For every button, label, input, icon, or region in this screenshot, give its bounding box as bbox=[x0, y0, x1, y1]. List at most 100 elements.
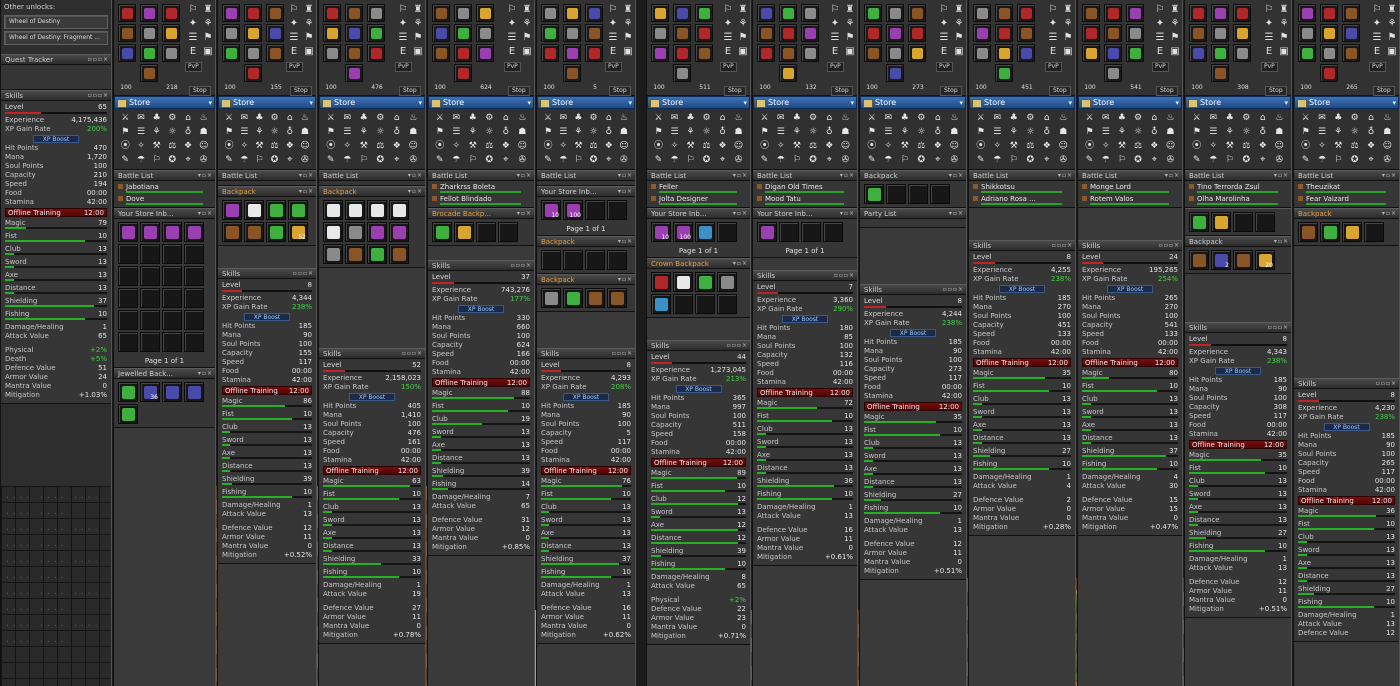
dropdown-arrow-icon[interactable]: ▾ bbox=[1068, 98, 1072, 109]
equipment-slot[interactable] bbox=[995, 44, 1013, 62]
window-controls-icon[interactable]: ▾▫× bbox=[733, 209, 748, 219]
container-slot[interactable] bbox=[563, 288, 583, 308]
window-controls-icon[interactable]: ▾▫× bbox=[733, 259, 748, 269]
container-slot[interactable] bbox=[801, 222, 821, 242]
action-icon-12[interactable]: ☗ bbox=[196, 126, 211, 138]
equipment-slot[interactable] bbox=[1298, 24, 1316, 42]
action-icon-9[interactable]: ⚘ bbox=[1331, 126, 1346, 138]
container-slot[interactable] bbox=[1255, 212, 1275, 232]
container-header[interactable]: Backpack ▾▫× bbox=[537, 237, 635, 247]
action-icon-19[interactable]: ✎ bbox=[651, 154, 666, 166]
equipment-slot[interactable] bbox=[118, 4, 136, 22]
action-icon-19[interactable]: ✎ bbox=[323, 154, 339, 166]
stand-stance-icon[interactable]: ⚐ bbox=[1047, 4, 1059, 16]
container-slot[interactable] bbox=[695, 294, 715, 314]
equipment-slot[interactable] bbox=[651, 24, 669, 42]
window-controls-icon[interactable]: ▫▫▫× bbox=[88, 91, 109, 101]
store-button[interactable]: Store ▾ bbox=[537, 96, 635, 109]
action-icon-9[interactable]: ⚘ bbox=[149, 126, 164, 138]
action-icon-7[interactable]: ⚑ bbox=[118, 126, 133, 138]
action-icon-11[interactable]: ♁ bbox=[1363, 126, 1378, 138]
store-button[interactable]: Store ▾ bbox=[753, 96, 857, 109]
container-slot[interactable] bbox=[779, 222, 799, 242]
stance-icon[interactable]: ⚑ bbox=[1062, 32, 1074, 44]
container-slot[interactable] bbox=[864, 184, 884, 204]
stand-stance-icon[interactable]: ⚐ bbox=[1263, 4, 1275, 16]
container-slot[interactable] bbox=[323, 200, 343, 220]
equipment-slot[interactable] bbox=[244, 24, 262, 42]
skills-header[interactable]: Skills ▫▫▫× bbox=[319, 349, 425, 359]
action-icon-20[interactable]: ☂ bbox=[667, 154, 682, 166]
container-slot[interactable] bbox=[1189, 212, 1209, 232]
action-icon-20[interactable]: ☂ bbox=[1314, 154, 1329, 166]
equipment-slot[interactable] bbox=[886, 24, 904, 42]
battle-entry[interactable]: Jolta Designer bbox=[651, 194, 746, 205]
equipment-slot[interactable] bbox=[995, 4, 1013, 22]
container-slot[interactable] bbox=[607, 200, 627, 220]
window-controls-icon[interactable]: ▾▫× bbox=[1165, 171, 1180, 181]
expert-mode-icon[interactable]: E bbox=[938, 46, 950, 58]
fight-mode-icon[interactable]: ✦ bbox=[938, 18, 950, 30]
action-icon-22[interactable]: ✪ bbox=[268, 154, 282, 166]
stand-stance-icon[interactable]: ⚐ bbox=[1154, 4, 1166, 16]
store-button[interactable]: Store ▾ bbox=[114, 96, 215, 109]
skills-header[interactable]: Skills ▫▫▫× bbox=[1078, 241, 1182, 251]
equipment-slot[interactable] bbox=[1298, 4, 1316, 22]
action-icon-6[interactable]: ♨ bbox=[731, 112, 746, 124]
equipment-slot[interactable] bbox=[244, 64, 262, 82]
action-icon-4[interactable]: ⚙ bbox=[373, 112, 389, 124]
action-icon-21[interactable]: ⚐ bbox=[1006, 154, 1022, 166]
stop-button[interactable]: Stop bbox=[940, 86, 962, 96]
action-icon-22[interactable]: ✪ bbox=[699, 154, 714, 166]
action-icon-20[interactable]: ☂ bbox=[134, 154, 149, 166]
action-icon-12[interactable]: ☗ bbox=[1163, 126, 1178, 138]
action-icon-5[interactable]: ⌂ bbox=[181, 112, 196, 124]
equipment-slot[interactable] bbox=[695, 44, 713, 62]
action-icon-4[interactable]: ⚙ bbox=[1347, 112, 1362, 124]
equipment-slot[interactable] bbox=[323, 4, 341, 22]
expert-mode-icon[interactable]: E bbox=[1154, 46, 1166, 58]
container-slot[interactable] bbox=[222, 222, 242, 242]
stance-icon[interactable]: ⚑ bbox=[953, 32, 965, 44]
action-icon-4[interactable]: ⚙ bbox=[268, 112, 282, 124]
action-icon-14[interactable]: ✧ bbox=[667, 140, 682, 152]
action-icon-1[interactable]: ⚔ bbox=[222, 112, 236, 124]
xp-boost-button[interactable]: XP Boost bbox=[890, 329, 936, 337]
action-icon-12[interactable]: ☗ bbox=[298, 126, 312, 138]
action-icon-24[interactable]: ✇ bbox=[1163, 154, 1178, 166]
equipment-slot[interactable] bbox=[1082, 44, 1100, 62]
window-controls-icon[interactable]: ▫▫▫× bbox=[1159, 241, 1180, 251]
stance-icon[interactable]: ♜ bbox=[622, 4, 634, 16]
action-icon-20[interactable]: ☂ bbox=[881, 154, 897, 166]
action-icon-13[interactable]: ⦿ bbox=[118, 140, 133, 152]
container-slot[interactable] bbox=[184, 288, 204, 308]
action-icon-17[interactable]: ❖ bbox=[1039, 140, 1055, 152]
pvp-toggle-button[interactable]: PvP bbox=[504, 62, 521, 72]
stop-button[interactable]: Stop bbox=[399, 86, 421, 96]
action-icon-14[interactable]: ✧ bbox=[237, 140, 251, 152]
container-header[interactable]: Backpack ▾▫× bbox=[218, 187, 316, 197]
dropdown-arrow-icon[interactable]: ▾ bbox=[959, 98, 963, 109]
container-slot[interactable] bbox=[673, 272, 693, 292]
container-slot[interactable] bbox=[140, 222, 160, 242]
fight-mode-icon[interactable]: ✦ bbox=[722, 18, 734, 30]
action-icon-20[interactable]: ☂ bbox=[340, 154, 356, 166]
action-icon-10[interactable]: ☼ bbox=[1347, 126, 1362, 138]
action-icon-19[interactable]: ✎ bbox=[1189, 154, 1205, 166]
action-icon-15[interactable]: ⚒ bbox=[1222, 140, 1238, 152]
stance-icon[interactable]: ♜ bbox=[1169, 4, 1181, 16]
action-icon-17[interactable]: ❖ bbox=[181, 140, 196, 152]
equipment-slot[interactable] bbox=[1342, 24, 1360, 42]
action-icon-8[interactable]: ☰ bbox=[134, 126, 149, 138]
stop-button[interactable]: Stop bbox=[831, 86, 853, 96]
action-icon-2[interactable]: ✉ bbox=[237, 112, 251, 124]
equipment-slot[interactable] bbox=[1126, 24, 1144, 42]
window-controls-icon[interactable]: ▾▫× bbox=[733, 171, 748, 181]
action-icon-5[interactable]: ⌂ bbox=[715, 112, 730, 124]
stance-icon[interactable]: ▣ bbox=[622, 46, 634, 58]
equipment-slot[interactable] bbox=[222, 44, 240, 62]
fight-mode-icon[interactable]: ✦ bbox=[1263, 18, 1275, 30]
action-icon-2[interactable]: ✉ bbox=[449, 112, 465, 124]
container-slot[interactable] bbox=[345, 200, 365, 220]
battle-entry[interactable]: Rotem Valos bbox=[1082, 194, 1178, 205]
